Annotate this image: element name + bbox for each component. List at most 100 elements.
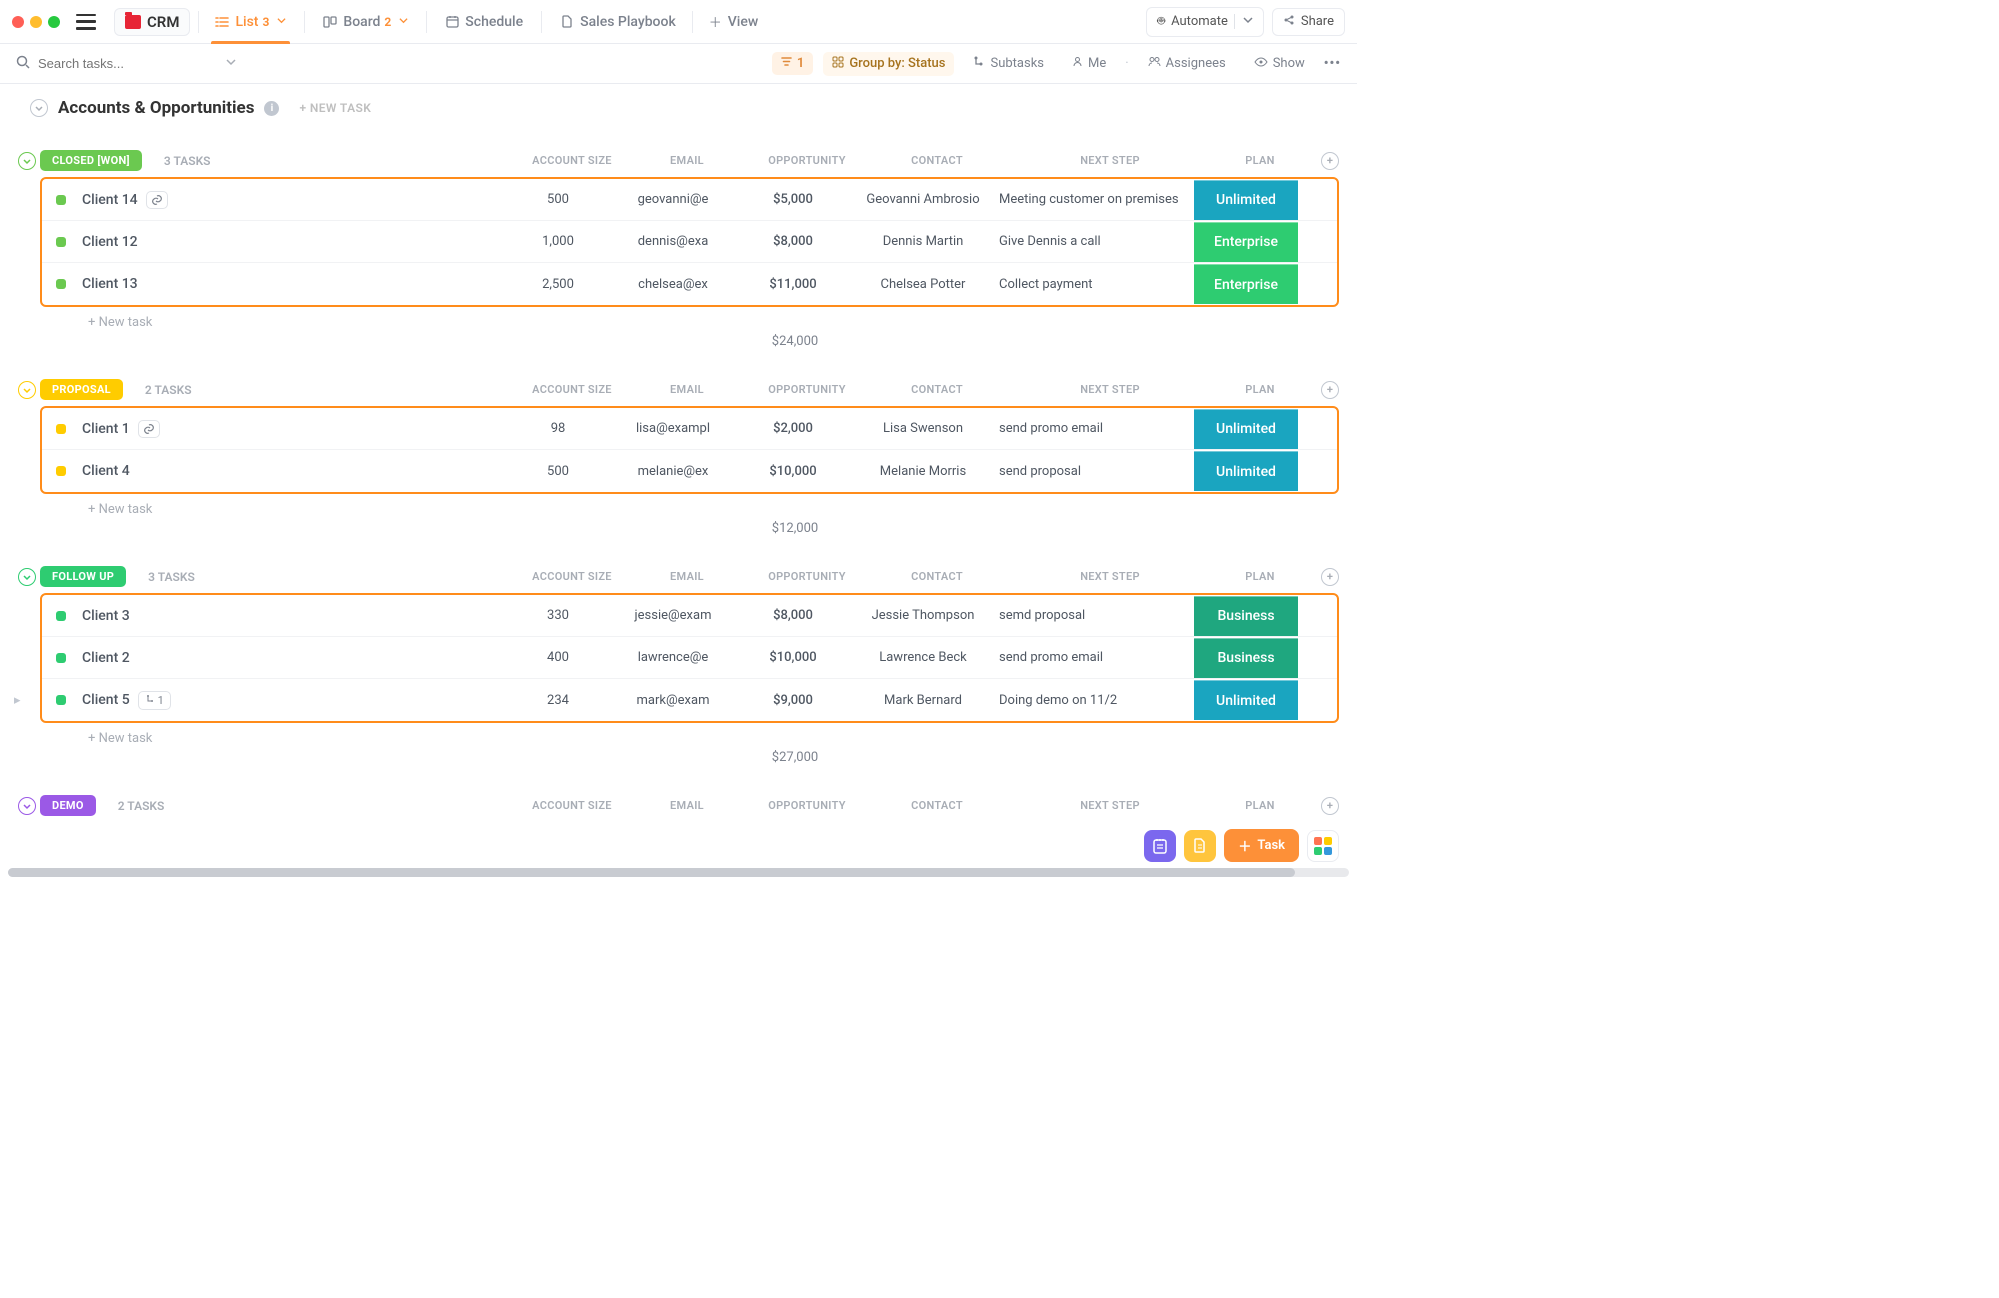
info-icon[interactable]: i: [264, 101, 279, 116]
column-header-next-step[interactable]: NEXT STEP: [1007, 799, 1207, 812]
notepad-fab[interactable]: [1144, 830, 1176, 862]
view-tab-sales-playbook[interactable]: Sales Playbook: [546, 0, 690, 44]
filter-button[interactable]: 1: [772, 52, 813, 75]
column-header-opportunity[interactable]: OPPORTUNITY: [747, 799, 867, 812]
account-size-cell: 234: [503, 693, 613, 708]
column-header-email[interactable]: EMAIL: [627, 383, 747, 396]
task-row[interactable]: Client 14 500 geovanni@e $5,000 Geovanni…: [42, 179, 1337, 221]
status-label[interactable]: CLOSED [WON]: [40, 150, 142, 171]
column-header-account-size[interactable]: ACCOUNT SIZE: [517, 570, 627, 583]
status-square[interactable]: [56, 466, 66, 476]
column-header-next-step[interactable]: NEXT STEP: [1007, 154, 1207, 167]
column-header-opportunity[interactable]: OPPORTUNITY: [747, 570, 867, 583]
view-tab-schedule[interactable]: Schedule: [431, 0, 537, 44]
collapse-all-button[interactable]: [30, 99, 48, 117]
add-column-button[interactable]: +: [1321, 152, 1339, 170]
status-label[interactable]: PROPOSAL: [40, 379, 123, 400]
task-row[interactable]: Client 3 330 jessie@exam $8,000 Jessie T…: [42, 595, 1337, 637]
status-square[interactable]: [56, 195, 66, 205]
assignees-button[interactable]: Assignees: [1139, 52, 1235, 75]
column-header-email[interactable]: EMAIL: [627, 570, 747, 583]
column-header-account-size[interactable]: ACCOUNT SIZE: [517, 154, 627, 167]
status-square[interactable]: [56, 611, 66, 621]
filter-bar: 1 Group by: Status Subtasks Me ·: [0, 44, 1357, 84]
column-header-contact[interactable]: CONTACT: [867, 570, 1007, 583]
space-selector[interactable]: CRM: [114, 8, 190, 36]
status-square[interactable]: [56, 279, 66, 289]
new-task-button[interactable]: + New task: [40, 307, 1339, 330]
add-column-button[interactable]: +: [1321, 568, 1339, 586]
collapse-group-button[interactable]: [18, 381, 36, 399]
column-header-email[interactable]: EMAIL: [627, 799, 747, 812]
task-row[interactable]: ▸ Client 5 1 234 mark@exam $9,000 Mark B…: [42, 679, 1337, 721]
status-label[interactable]: FOLLOW UP: [40, 566, 126, 587]
menu-icon[interactable]: [76, 14, 96, 30]
subtasks-button[interactable]: Subtasks: [964, 52, 1053, 76]
automate-button[interactable]: 🤖︎ Automate: [1146, 7, 1264, 37]
task-row[interactable]: Client 13 2,500 chelsea@ex $11,000 Chels…: [42, 263, 1337, 305]
share-icon: [1283, 14, 1295, 30]
minimize-window[interactable]: [30, 16, 42, 28]
new-task-button[interactable]: + New task: [40, 494, 1339, 517]
task-name: Client 1: [82, 421, 130, 437]
horizontal-scrollbar[interactable]: [8, 868, 1349, 877]
column-header-plan[interactable]: PLAN: [1207, 799, 1313, 812]
plan-cell: Enterprise: [1193, 263, 1299, 305]
status-square[interactable]: [56, 695, 66, 705]
apps-button[interactable]: [1307, 830, 1339, 862]
column-header-account-size[interactable]: ACCOUNT SIZE: [517, 799, 627, 812]
search-input[interactable]: [38, 56, 188, 71]
expand-subtask-icon[interactable]: ▸: [14, 693, 21, 708]
view-tab-board[interactable]: Board 2: [309, 0, 422, 44]
column-header-plan[interactable]: PLAN: [1207, 154, 1313, 167]
collapse-group-button[interactable]: [18, 568, 36, 586]
add-column-button[interactable]: +: [1321, 381, 1339, 399]
plus-icon: ＋: [1238, 836, 1251, 855]
column-header-plan[interactable]: PLAN: [1207, 570, 1313, 583]
group-by-button[interactable]: Group by: Status: [823, 52, 954, 76]
status-square[interactable]: [56, 424, 66, 434]
link-icon[interactable]: [138, 420, 160, 438]
close-window[interactable]: [12, 16, 24, 28]
column-header-email[interactable]: EMAIL: [627, 154, 747, 167]
task-row[interactable]: Client 4 500 melanie@ex $10,000 Melanie …: [42, 450, 1337, 492]
add-view-button[interactable]: ＋ View: [695, 0, 773, 44]
task-row[interactable]: Client 12 1,000 dennis@exa $8,000 Dennis…: [42, 221, 1337, 263]
more-options[interactable]: •••: [1324, 56, 1341, 71]
column-header-opportunity[interactable]: OPPORTUNITY: [747, 154, 867, 167]
share-button[interactable]: Share: [1272, 8, 1345, 36]
task-row[interactable]: Client 1 98 lisa@exampl $2,000 Lisa Swen…: [42, 408, 1337, 450]
search-box[interactable]: [16, 55, 236, 73]
column-header-plan[interactable]: PLAN: [1207, 383, 1313, 396]
subtask-count-badge[interactable]: 1: [138, 691, 171, 710]
column-header-contact[interactable]: CONTACT: [867, 799, 1007, 812]
collapse-group-button[interactable]: [18, 797, 36, 815]
new-task-top-button[interactable]: + NEW TASK: [299, 101, 371, 115]
task-row[interactable]: Client 2 400 lawrence@e $10,000 Lawrence…: [42, 637, 1337, 679]
collapse-group-button[interactable]: [18, 152, 36, 170]
create-task-button[interactable]: ＋ Task: [1224, 829, 1299, 862]
status-label[interactable]: DEMO: [40, 795, 96, 816]
account-size-cell: 98: [503, 421, 613, 436]
view-tabs: List 3 Board 2 Schedule Sales Playbook: [201, 0, 689, 44]
column-header-contact[interactable]: CONTACT: [867, 383, 1007, 396]
link-icon[interactable]: [146, 191, 168, 209]
column-header-next-step[interactable]: NEXT STEP: [1007, 383, 1207, 396]
new-task-button[interactable]: + New task: [40, 723, 1339, 746]
status-square[interactable]: [56, 237, 66, 247]
chevron-down-icon[interactable]: [226, 56, 236, 71]
maximize-window[interactable]: [48, 16, 60, 28]
doc-fab[interactable]: [1184, 830, 1216, 862]
next-step-cell: Meeting customer on premises: [993, 192, 1193, 207]
next-step-cell: send promo email: [993, 421, 1193, 436]
add-column-button[interactable]: +: [1321, 797, 1339, 815]
view-tab-list[interactable]: List 3: [201, 0, 300, 44]
list-content: Accounts & Opportunities i + NEW TASK CL…: [0, 84, 1357, 880]
column-header-account-size[interactable]: ACCOUNT SIZE: [517, 383, 627, 396]
me-button[interactable]: Me: [1063, 52, 1115, 75]
column-header-contact[interactable]: CONTACT: [867, 154, 1007, 167]
status-square[interactable]: [56, 653, 66, 663]
column-header-next-step[interactable]: NEXT STEP: [1007, 570, 1207, 583]
show-button[interactable]: Show: [1245, 52, 1314, 75]
column-header-opportunity[interactable]: OPPORTUNITY: [747, 383, 867, 396]
